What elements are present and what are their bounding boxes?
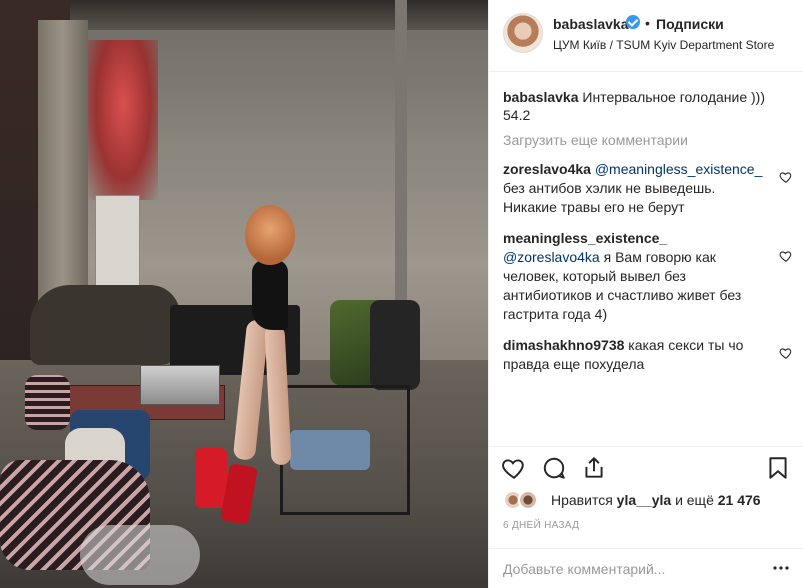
- photo-person-hair: [245, 205, 295, 265]
- instagram-post: babaslavka • Подписки ЦУМ Київ / TSUM Ky…: [0, 0, 803, 588]
- follow-button[interactable]: Подписки: [656, 16, 724, 32]
- verified-icon: [626, 15, 640, 29]
- photo-red-light: [88, 40, 158, 200]
- photo-person-body: [252, 260, 288, 330]
- post-header: babaslavka • Подписки ЦУМ Київ / TSUM Ky…: [489, 0, 803, 72]
- likes-prefix: Нравится: [551, 492, 613, 508]
- heart-icon[interactable]: [779, 249, 793, 263]
- location-link[interactable]: ЦУМ Київ / TSUM Kyiv Department Store: [553, 38, 774, 52]
- comment-username[interactable]: dimashakhno9738: [503, 337, 624, 353]
- add-comment-bar: [489, 548, 803, 588]
- comment-icon[interactable]: [541, 455, 567, 481]
- photo-door: [95, 195, 140, 290]
- comments-section: babaslavka Интервальное голодание ))) 54…: [503, 88, 793, 374]
- comment-input[interactable]: [503, 559, 753, 579]
- likes-text: Нравится yla__yla и ещё 21 476: [551, 492, 761, 508]
- avatar[interactable]: [518, 490, 538, 510]
- comment-item: zoreslavo4ka @meaningless_existence_ без…: [503, 160, 793, 217]
- photo-dark-coat: [370, 300, 420, 390]
- likes-middle: и ещё: [675, 492, 714, 508]
- heart-icon[interactable]: [779, 346, 793, 360]
- comment-mention[interactable]: @meaningless_existence_: [595, 161, 763, 177]
- photo-plastic-wrap: [80, 525, 200, 585]
- photo-red-boot: [195, 448, 227, 508]
- caption: babaslavka Интервальное голодание ))) 54…: [503, 88, 793, 124]
- photo-makeup-case: [140, 365, 220, 405]
- post-photo[interactable]: [0, 0, 488, 588]
- avatar[interactable]: [503, 13, 543, 53]
- photo-striped-bag: [25, 375, 70, 430]
- comment-mention[interactable]: @zoreslavo4ka: [503, 249, 600, 265]
- load-more-comments-button[interactable]: Загрузить еще комментарии: [503, 132, 793, 148]
- action-bar: [489, 446, 803, 486]
- likes-count[interactable]: 21 476: [718, 492, 761, 508]
- post-side-panel: babaslavka • Подписки ЦУМ Київ / TSUM Ky…: [488, 0, 803, 588]
- header-dot-separator: •: [645, 15, 650, 31]
- photo-chair-blanket: [290, 430, 370, 470]
- likes-user[interactable]: yla__yla: [617, 492, 672, 508]
- comment-username[interactable]: zoreslavo4ka: [503, 161, 591, 177]
- more-dots-icon[interactable]: [772, 557, 790, 579]
- header-username[interactable]: babaslavka: [553, 16, 629, 32]
- comment-username[interactable]: meaningless_existence_: [503, 230, 667, 246]
- comment-text: без антибов хэлик не выведешь. Никакие т…: [503, 180, 716, 215]
- post-timestamp[interactable]: 6 ДНЕЙ НАЗАД: [503, 520, 579, 531]
- heart-icon[interactable]: [501, 455, 527, 481]
- likes-row: Нравится yla__yla и ещё 21 476: [503, 488, 793, 512]
- share-icon[interactable]: [581, 455, 607, 481]
- photo-clothes-pile: [30, 285, 180, 365]
- bookmark-icon[interactable]: [765, 455, 791, 481]
- comment-item: dimashakhno9738 какая секси ты чо правда…: [503, 336, 793, 374]
- caption-username[interactable]: babaslavka: [503, 89, 579, 105]
- heart-icon[interactable]: [779, 170, 793, 184]
- comment-item: meaningless_existence_ @zoreslavo4ka я В…: [503, 229, 793, 324]
